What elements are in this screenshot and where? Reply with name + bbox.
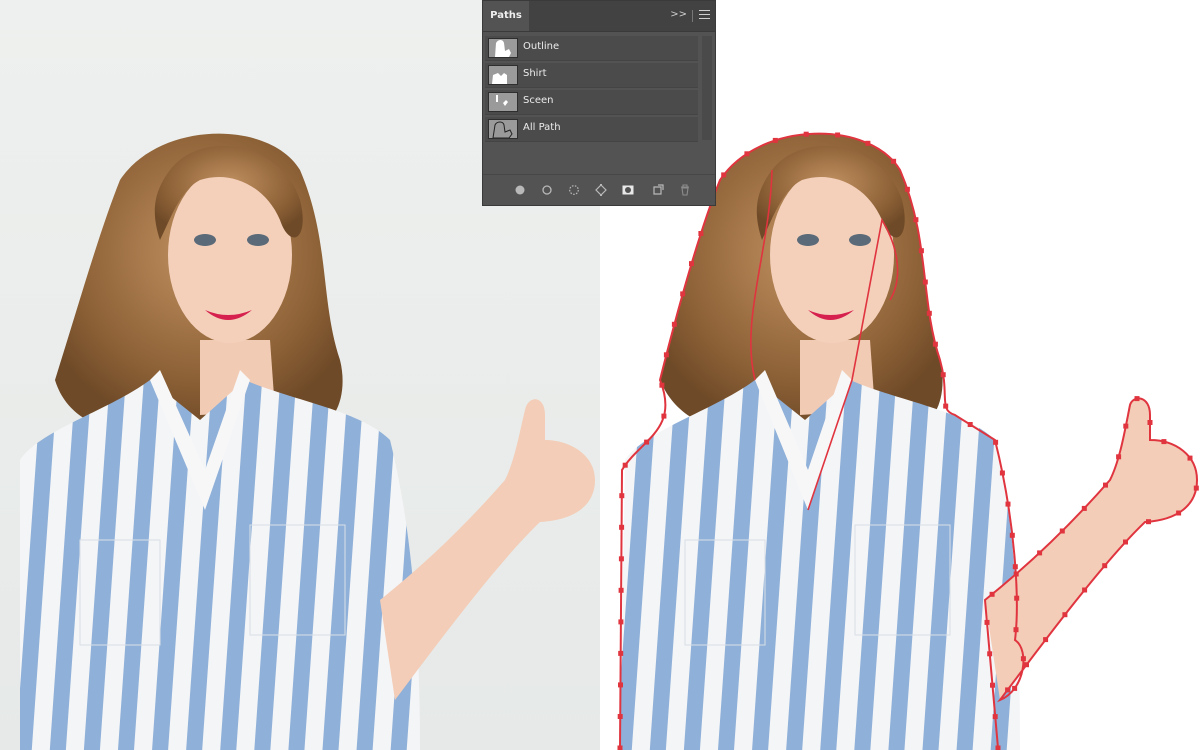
path-label: All Path	[523, 122, 561, 133]
anchor-point	[1123, 423, 1129, 429]
anchor-point	[992, 714, 998, 720]
path-thumbnail-all-path	[488, 119, 518, 139]
anchor-point	[1103, 482, 1108, 488]
anchor-point	[619, 493, 625, 499]
anchor-point	[989, 591, 995, 597]
anchor-point	[1037, 550, 1043, 556]
anchor-point	[1012, 685, 1018, 691]
anchor-point	[618, 556, 624, 562]
anchor-point	[680, 291, 686, 297]
path-label: Shirt	[523, 68, 547, 79]
path-row-sceen[interactable]: Sceen	[485, 90, 698, 115]
tab-paths[interactable]: Paths	[483, 1, 529, 31]
anchor-point	[904, 186, 910, 192]
anchor-point	[1134, 396, 1140, 402]
anchor-point	[943, 403, 949, 409]
path-row-outline[interactable]: Outline	[485, 36, 698, 61]
anchor-point	[984, 619, 990, 625]
anchor-point	[1043, 637, 1049, 643]
anchor-point	[1012, 564, 1018, 570]
tab-divider	[692, 10, 693, 22]
anchor-point	[659, 382, 665, 388]
path-row-all-path[interactable]: All Path	[485, 117, 698, 142]
anchor-point	[1116, 454, 1122, 460]
anchor-point	[644, 439, 650, 445]
anchor-point	[689, 261, 694, 267]
path-thumbnail-sceen	[488, 92, 518, 112]
panel-scrollbar[interactable]	[702, 36, 712, 140]
load-as-selection-icon[interactable]	[568, 184, 580, 196]
anchor-point	[995, 745, 1001, 750]
stroke-path-icon[interactable]	[541, 184, 553, 196]
path-thumbnail-shirt	[488, 65, 518, 85]
anchor-point	[1005, 501, 1011, 507]
anchor-point	[663, 352, 669, 358]
anchor-point	[618, 650, 624, 656]
anchor-point	[922, 279, 928, 285]
anchor-point	[1081, 505, 1087, 511]
anchor-point	[1147, 420, 1153, 425]
anchor-point	[803, 131, 809, 137]
anchor-point	[618, 587, 624, 593]
new-path-icon[interactable]	[652, 184, 664, 196]
delete-path-icon[interactable]	[679, 184, 691, 196]
panel-tab-bar: Paths >>	[483, 1, 715, 32]
path-label: Sceen	[523, 95, 554, 106]
anchor-point	[913, 217, 919, 223]
anchor-point	[1176, 510, 1182, 516]
add-mask-icon[interactable]	[622, 184, 634, 196]
anchor-point	[1123, 539, 1128, 545]
anchor-point	[618, 682, 623, 688]
anchor-point	[990, 682, 995, 688]
anchor-point	[918, 248, 924, 254]
anchor-point	[1020, 656, 1026, 662]
anchor-point	[865, 140, 871, 146]
anchor-point	[1024, 662, 1029, 668]
anchor-point	[932, 341, 938, 347]
anchor-point	[940, 372, 946, 378]
path-label: Outline	[523, 41, 560, 52]
anchor-point	[1161, 439, 1167, 445]
path-list: Outline Shirt Sceen All Path	[485, 36, 698, 144]
anchor-point	[993, 439, 999, 445]
anchor-point	[661, 413, 667, 419]
collapse-panel-button[interactable]: >>	[670, 9, 687, 20]
anchor-point	[987, 651, 993, 657]
anchor-point	[1013, 627, 1019, 633]
panel-menu-icon[interactable]	[699, 10, 710, 21]
fill-path-icon[interactable]	[514, 184, 526, 196]
anchor-point	[1187, 455, 1193, 461]
anchor-point	[744, 151, 750, 157]
paths-panel: Paths >> Outline Shirt Sceen All Path	[482, 0, 716, 206]
path-row-shirt[interactable]: Shirt	[485, 63, 698, 88]
anchor-point	[999, 470, 1005, 476]
anchor-point	[721, 172, 727, 178]
anchor-point	[1013, 571, 1019, 577]
make-work-path-icon[interactable]	[595, 184, 607, 196]
panel-footer-toolbar	[483, 174, 715, 205]
anchor-point	[1102, 563, 1108, 569]
anchor-point	[1005, 687, 1011, 693]
anchor-point	[622, 462, 628, 468]
anchor-point	[1009, 532, 1015, 538]
anchor-point	[698, 231, 704, 236]
anchor-point	[772, 137, 778, 143]
anchor-point	[1146, 519, 1151, 525]
anchor-point	[1014, 595, 1020, 601]
anchor-point	[967, 422, 973, 427]
anchor-point	[1062, 612, 1068, 618]
anchor-point	[1082, 587, 1088, 593]
path-thumbnail-outline	[488, 38, 518, 58]
anchor-point	[926, 310, 932, 316]
anchor-point	[891, 158, 897, 164]
anchor-point	[619, 524, 625, 530]
anchor-point	[617, 745, 623, 750]
anchor-point	[618, 619, 624, 625]
anchor-point	[1059, 528, 1065, 534]
anchor-point	[671, 321, 677, 327]
anchor-point	[1193, 485, 1199, 491]
anchor-point	[617, 714, 623, 719]
anchor-point	[835, 132, 841, 138]
